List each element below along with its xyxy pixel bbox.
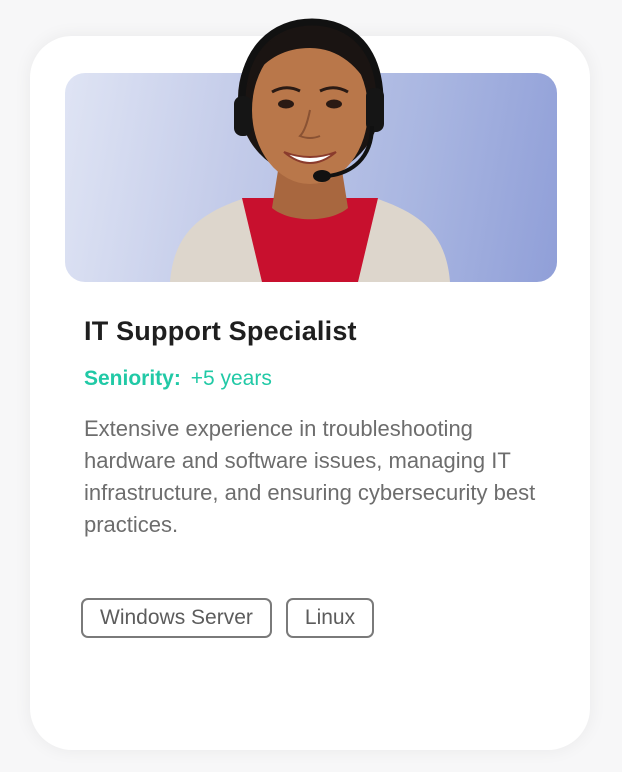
job-title: IT Support Specialist bbox=[84, 316, 357, 346]
page: IT Support Specialist Seniority: +5 year… bbox=[0, 0, 622, 772]
skill-tags: Windows Server Linux bbox=[81, 598, 375, 638]
tag-linux[interactable]: Linux bbox=[285, 598, 375, 638]
tag-windows-server[interactable]: Windows Server bbox=[81, 598, 272, 638]
seniority-line: Seniority: +5 years bbox=[84, 367, 272, 391]
person-with-headset-icon bbox=[170, 18, 450, 282]
seniority-value: +5 years bbox=[190, 367, 272, 390]
job-description: Extensive experience in troubleshooting … bbox=[84, 416, 536, 537]
seniority-label: Seniority: bbox=[84, 367, 181, 390]
